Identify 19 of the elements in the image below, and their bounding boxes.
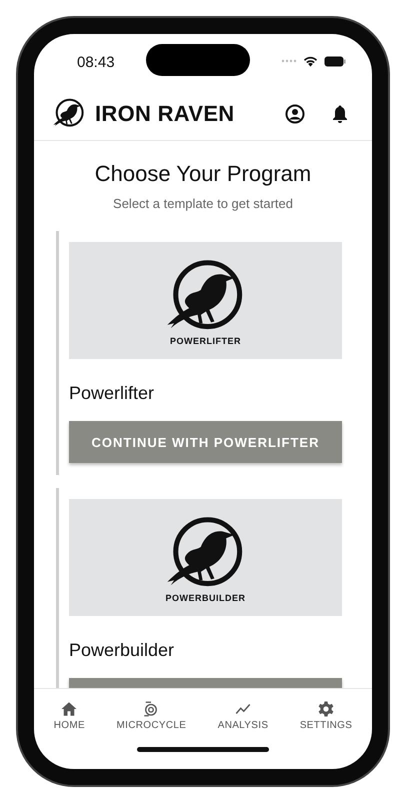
settings-icon [317, 700, 336, 718]
page-title: Choose Your Program [94, 161, 312, 187]
app-title: IRON RAVEN [95, 101, 236, 127]
status-time: 08:43 [77, 54, 115, 70]
image-caption: POWERLIFTER [170, 336, 241, 346]
nav-tab[interactable]: MICROCYCLE [112, 700, 190, 731]
nav-tab[interactable]: HOME [50, 700, 89, 731]
page-subtitle: Select a template to get started [112, 196, 294, 211]
profile-icon[interactable] [285, 104, 305, 124]
nav-tab[interactable]: ANALYSIS [214, 700, 272, 731]
program-name: Powerlifter [69, 382, 156, 405]
home-icon [60, 700, 78, 718]
program-name: Powerbuilder [69, 639, 176, 662]
wifi-icon [302, 55, 318, 67]
battery-icon [324, 56, 346, 66]
nav-tab[interactable]: SETTINGS [296, 700, 356, 731]
bell-icon[interactable] [330, 104, 350, 124]
signal-icon [280, 59, 297, 63]
image-caption: POWERBUILDER [166, 592, 246, 602]
